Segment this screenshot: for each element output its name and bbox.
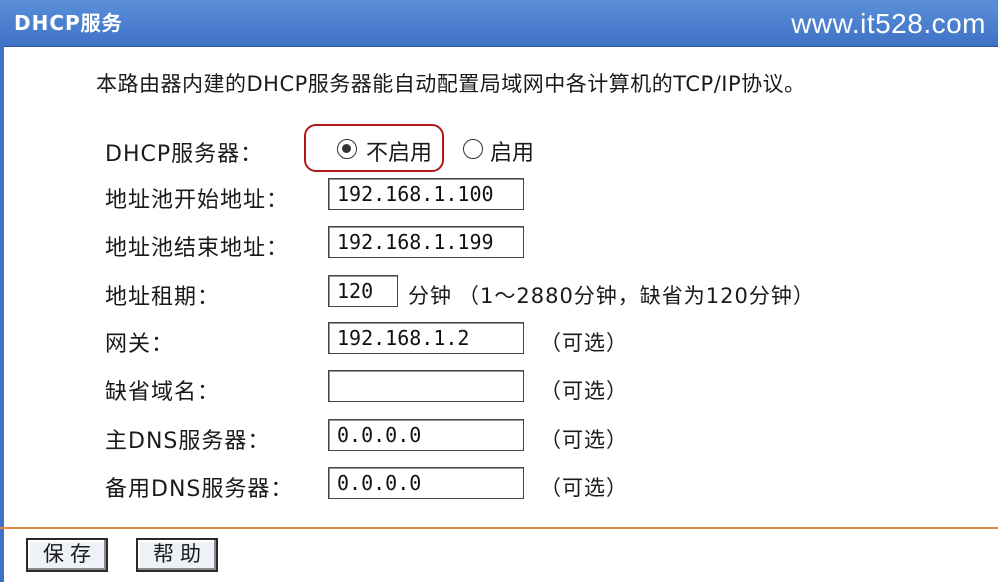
radio-selected-dot (342, 144, 351, 153)
title-bar: DHCP服务 www.it528.com (0, 0, 998, 47)
pool-start-label: 地址池开始地址： (105, 188, 290, 213)
pool-end-row: 地址池结束地址： 192.168.1.199 (0, 226, 998, 262)
domain-optional-note: （可选） (540, 379, 628, 403)
secondary-dns-label: 备用DNS服务器： (105, 477, 294, 502)
footer-divider (0, 527, 998, 529)
watermark: www.it528.com (791, 8, 986, 39)
radio-disable-label[interactable]: 不启用 (366, 135, 432, 167)
domain-label: 缺省域名： (105, 380, 221, 405)
intro-text: 本路由器内建的DHCP服务器能自动配置局域网中各计算机的TCP/IP协议。 (96, 72, 806, 96)
dhcp-server-label: DHCP服务器： (105, 142, 264, 167)
primary-dns-label: 主DNS服务器： (105, 429, 271, 454)
radio-enable[interactable] (463, 139, 483, 159)
page-title: DHCP服务 (14, 11, 123, 35)
domain-input[interactable] (328, 370, 524, 402)
pool-end-input[interactable]: 192.168.1.199 (328, 226, 524, 258)
primary-dns-input[interactable]: 0.0.0.0 (328, 419, 524, 451)
gateway-input[interactable]: 192.168.1.2 (328, 322, 524, 354)
gateway-row: 网关： 192.168.1.2 （可选） (0, 322, 998, 358)
help-button[interactable]: 帮助 (136, 538, 218, 572)
pool-end-label: 地址池结束地址： (105, 236, 290, 261)
radio-disable[interactable] (337, 139, 357, 159)
save-button[interactable]: 保存 (26, 538, 108, 572)
gateway-label: 网关： (105, 332, 175, 357)
domain-row: 缺省域名： （可选） (0, 370, 998, 406)
lease-hint: （1～2880分钟，缺省为120分钟） (458, 284, 815, 308)
radio-enable-label[interactable]: 启用 (490, 135, 534, 167)
secondary-dns-optional-note: （可选） (540, 476, 628, 500)
lease-input[interactable]: 120 (328, 275, 398, 307)
lease-row: 地址租期： 120 分钟 （1～2880分钟，缺省为120分钟） (0, 275, 998, 311)
primary-dns-optional-note: （可选） (540, 428, 628, 452)
pool-start-row: 地址池开始地址： 192.168.1.100 (0, 178, 998, 214)
secondary-dns-row: 备用DNS服务器： 0.0.0.0 （可选） (0, 467, 998, 503)
gateway-optional-note: （可选） (540, 331, 628, 355)
lease-unit: 分钟 (408, 284, 452, 308)
lease-label: 地址租期： (105, 285, 221, 310)
pool-start-input[interactable]: 192.168.1.100 (328, 178, 524, 210)
primary-dns-row: 主DNS服务器： 0.0.0.0 （可选） (0, 419, 998, 455)
secondary-dns-input[interactable]: 0.0.0.0 (328, 467, 524, 499)
